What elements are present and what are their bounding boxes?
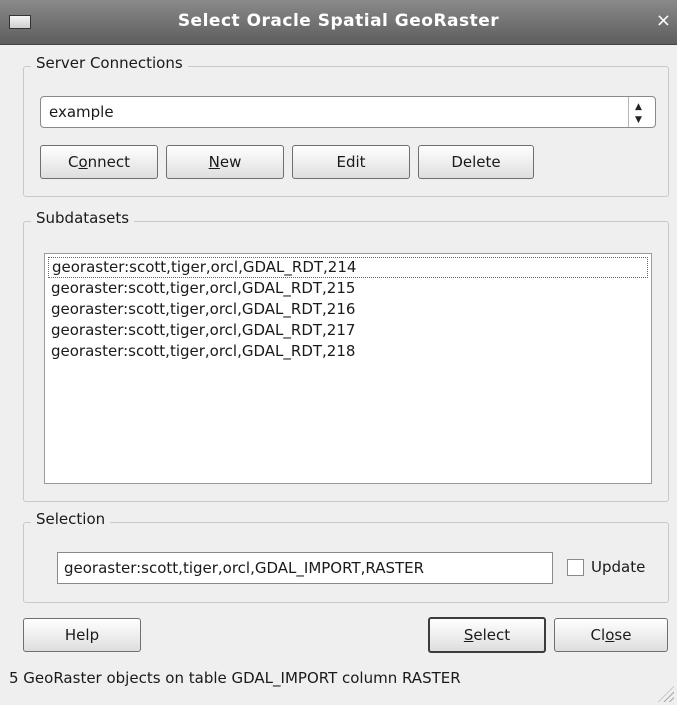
list-item[interactable]: georaster:scott,tiger,orcl,GDAL_RDT,218 <box>48 341 648 362</box>
dialog-window: Select Oracle Spatial GeoRaster × Server… <box>0 0 677 705</box>
edit-button[interactable]: Edit <box>292 145 410 179</box>
list-item[interactable]: georaster:scott,tiger,orcl,GDAL_RDT,217 <box>48 320 648 341</box>
list-item[interactable]: georaster:scott,tiger,orcl,GDAL_RDT,216 <box>48 299 648 320</box>
selection-label: Selection <box>31 510 111 528</box>
server-connections-label: Server Connections <box>31 54 188 72</box>
list-item[interactable]: georaster:scott,tiger,orcl,GDAL_RDT,214 <box>48 257 648 278</box>
select-label-mnemonic: S <box>463 626 474 644</box>
title-bar[interactable]: Select Oracle Spatial GeoRaster × <box>0 0 677 45</box>
arrow-down-glyph: ▼ <box>635 115 642 125</box>
help-label: Help <box>64 626 100 644</box>
close-label-post: se <box>614 626 632 644</box>
help-button[interactable]: Help <box>23 618 141 652</box>
delete-label: Delete <box>451 153 501 171</box>
connect-label-post: nnect <box>87 153 131 171</box>
update-checkbox-label[interactable]: Update <box>591 558 645 576</box>
server-connection-value: example <box>49 103 114 121</box>
window-title: Select Oracle Spatial GeoRaster <box>177 11 500 31</box>
arrow-up-glyph: ▲ <box>635 102 642 112</box>
server-connection-select[interactable]: example ▲ ▼ <box>40 96 656 128</box>
close-button[interactable]: Cl o se <box>554 618 668 652</box>
select-button[interactable]: Select <box>428 617 546 653</box>
list-item[interactable]: georaster:scott,tiger,orcl,GDAL_RDT,215 <box>48 278 648 299</box>
combo-arrows-glyph: ▲ ▼ <box>635 100 642 126</box>
close-label-mnemonic: o <box>605 626 615 644</box>
new-button[interactable]: New <box>166 145 284 179</box>
selection-field[interactable]: georaster:scott,tiger,orcl,GDAL_IMPORT,R… <box>57 552 553 584</box>
update-checkbox[interactable] <box>567 559 584 576</box>
delete-button[interactable]: Delete <box>418 145 534 179</box>
up-down-arrows-icon[interactable]: ▲ ▼ <box>628 97 655 127</box>
connect-label-mnemonic: o <box>78 153 88 171</box>
new-label-mnemonic: N <box>208 153 220 171</box>
select-label-post: elect <box>473 626 511 644</box>
status-text: 5 GeoRaster objects on table GDAL_IMPORT… <box>9 669 461 687</box>
edit-label: Edit <box>336 153 366 171</box>
connect-label-pre: C <box>67 153 79 171</box>
new-label-post: ew <box>219 153 242 171</box>
close-label-pre: Cl <box>590 626 606 644</box>
connect-button[interactable]: Co nnect <box>40 145 158 179</box>
subdatasets-label: Subdatasets <box>31 209 135 227</box>
selection-value: georaster:scott,tiger,orcl,GDAL_IMPORT,R… <box>64 559 425 577</box>
close-icon[interactable]: × <box>656 10 671 31</box>
subdatasets-list[interactable]: georaster:scott,tiger,orcl,GDAL_RDT,214 … <box>44 253 652 484</box>
resize-grip-icon[interactable] <box>658 686 674 702</box>
